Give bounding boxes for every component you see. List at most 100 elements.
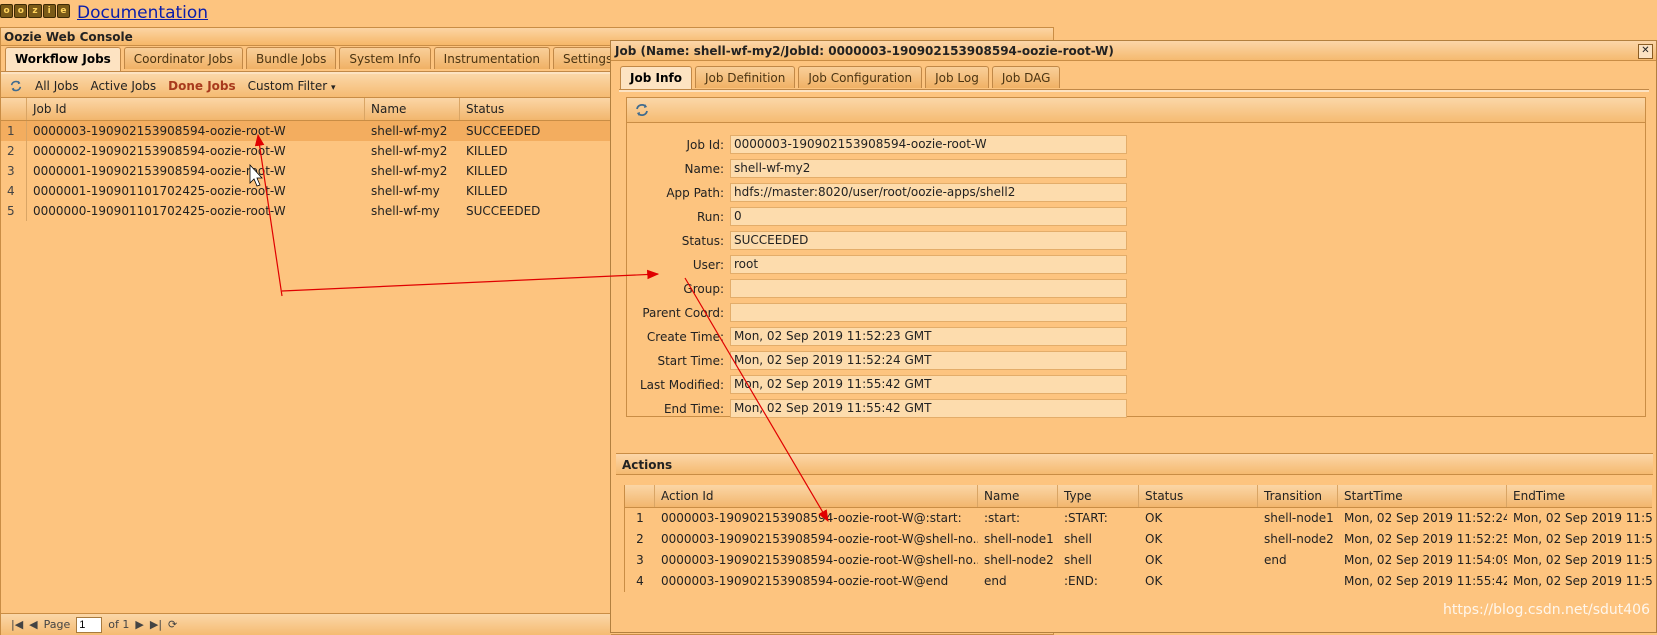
table-row[interactable]: 5 0000000-190901101702425-oozie-root-W s… <box>1 201 611 221</box>
last-page-icon[interactable]: ▶| <box>150 618 162 631</box>
app-path-field[interactable]: hdfs://master:8020/user/root/oozie-apps/… <box>730 183 1127 202</box>
row-number: 1 <box>1 121 27 141</box>
name-cell: shell-wf-my2 <box>371 144 448 158</box>
start-time-field[interactable]: Mon, 02 Sep 2019 11:52:24 GMT <box>730 351 1127 370</box>
tab-job-definition[interactable]: Job Definition <box>694 66 796 88</box>
table-row[interactable]: 4 0000001-190901101702425-oozie-root-W s… <box>1 181 611 201</box>
custom-filter-dropdown[interactable]: Custom Filter ▾ <box>248 79 336 93</box>
row-number: 3 <box>1 161 27 181</box>
logo-letter: e <box>56 4 71 18</box>
page-number-input[interactable] <box>76 616 103 633</box>
status-cell: OK <box>1145 511 1163 525</box>
column-header-action-id[interactable]: Action Id <box>655 485 978 507</box>
active-jobs-button[interactable]: Active Jobs <box>90 79 156 93</box>
job-id-cell: 0000001-190901101702425-oozie-root-W <box>33 184 286 198</box>
status-cell: KILLED <box>466 144 508 158</box>
logo-letter: o <box>0 4 14 18</box>
column-header-name[interactable]: Name <box>978 485 1058 507</box>
column-header-type[interactable]: Type <box>1058 485 1139 507</box>
table-row[interactable]: 2 0000002-190902153908594-oozie-root-W s… <box>1 141 611 161</box>
pagination-bar: |◀ ◀ Page of 1 ▶ ▶| ⟳ <box>1 613 611 635</box>
tab-divider <box>619 89 1649 92</box>
job-tab-bar: Job Info Job Definition Job Configuratio… <box>620 66 1061 90</box>
last-modified-field[interactable]: Mon, 02 Sep 2019 11:55:42 GMT <box>730 375 1127 394</box>
table-row[interactable]: 4 0000003-190902153908594-oozie-root-W@e… <box>625 571 1652 592</box>
column-header-status[interactable]: Status <box>460 98 611 120</box>
chevron-down-icon: ▾ <box>331 82 336 93</box>
done-jobs-button[interactable]: Done Jobs <box>168 79 236 93</box>
field-run: Run: 0 <box>627 206 1127 227</box>
row-number: 2 <box>636 532 644 546</box>
end-time-cell: Mon, 02 Sep 2019 11:52:24... <box>1513 511 1652 525</box>
column-header-start-time[interactable]: StartTime <box>1338 485 1507 507</box>
actions-table: Action Id Name Type Status Transition St… <box>624 485 1652 592</box>
job-id-cell: 0000002-190902153908594-oozie-root-W <box>33 144 286 158</box>
create-time-field[interactable]: Mon, 02 Sep 2019 11:52:23 GMT <box>730 327 1127 346</box>
column-header-name[interactable]: Name <box>365 98 460 120</box>
status-field[interactable]: SUCCEEDED <box>730 231 1127 250</box>
run-field[interactable]: 0 <box>730 207 1127 226</box>
tab-workflow-jobs[interactable]: Workflow Jobs <box>5 47 121 71</box>
refresh-icon[interactable] <box>634 102 650 118</box>
name-field[interactable]: shell-wf-my2 <box>730 159 1127 178</box>
field-label: App Path: <box>666 185 724 200</box>
tab-job-configuration[interactable]: Job Configuration <box>798 66 923 88</box>
prev-page-icon[interactable]: ◀ <box>29 618 37 631</box>
column-header-job-id[interactable]: Job Id <box>27 98 365 120</box>
job-window-title[interactable]: Job (Name: shell-wf-my2/JobId: 0000003-1… <box>611 41 1656 61</box>
tab-job-info[interactable]: Job Info <box>620 66 692 90</box>
column-header-end-time[interactable]: EndTime <box>1507 485 1652 507</box>
table-header: Job Id Name Status <box>1 98 611 121</box>
all-jobs-button[interactable]: All Jobs <box>35 79 78 93</box>
job-id-cell: 0000000-190901101702425-oozie-root-W <box>33 204 286 218</box>
actions-section-title: Actions <box>616 453 1653 475</box>
first-page-icon[interactable]: |◀ <box>11 618 23 631</box>
user-field[interactable]: root <box>730 255 1127 274</box>
field-job-id: Job Id: 0000003-190902153908594-oozie-roo… <box>627 134 1127 155</box>
field-last-modified: Last Modified: Mon, 02 Sep 2019 11:55:42 … <box>627 374 1127 395</box>
table-row[interactable]: 3 0000001-190902153908594-oozie-root-W s… <box>1 161 611 181</box>
logo-letter: i <box>42 4 56 18</box>
name-cell: :start: <box>984 511 1021 525</box>
field-start-time: Start Time: Mon, 02 Sep 2019 11:52:24 GMT <box>627 350 1127 371</box>
field-label: Create Time: <box>646 329 724 344</box>
job-id-field[interactable]: 0000003-190902153908594-oozie-root-W <box>730 135 1127 154</box>
end-time-field[interactable]: Mon, 02 Sep 2019 11:55:42 GMT <box>730 399 1127 418</box>
status-cell: KILLED <box>466 164 508 178</box>
type-cell: shell <box>1064 532 1092 546</box>
name-cell: shell-wf-my <box>371 204 440 218</box>
tab-coordinator-jobs[interactable]: Coordinator Jobs <box>123 47 244 69</box>
tab-instrumentation[interactable]: Instrumentation <box>433 47 551 69</box>
status-cell: KILLED <box>466 184 508 198</box>
table-row[interactable]: 3 0000003-190902153908594-oozie-root-W@s… <box>625 550 1652 571</box>
group-field[interactable] <box>730 279 1127 298</box>
field-label: Name: <box>684 161 724 176</box>
table-row[interactable]: 2 0000003-190902153908594-oozie-root-W@s… <box>625 529 1652 550</box>
tab-job-dag[interactable]: Job DAG <box>991 66 1061 88</box>
parent-coord-field[interactable] <box>730 303 1127 322</box>
transition-cell <box>1258 571 1338 592</box>
refresh-icon[interactable] <box>9 79 23 93</box>
column-header-transition[interactable]: Transition <box>1258 485 1338 507</box>
status-cell: SUCCEEDED <box>466 124 541 138</box>
tab-job-log[interactable]: Job Log <box>925 66 989 88</box>
refresh-icon[interactable]: ⟳ <box>168 618 177 631</box>
start-time-cell: Mon, 02 Sep 2019 11:52:25... <box>1344 532 1507 546</box>
table-row[interactable]: 1 0000003-190902153908594-oozie-root-W s… <box>1 121 611 141</box>
close-icon[interactable]: ✕ <box>1638 44 1653 59</box>
status-cell: OK <box>1145 532 1163 546</box>
field-label: Parent Coord: <box>642 305 724 320</box>
field-label: User: <box>692 257 724 272</box>
field-app-path: App Path: hdfs://master:8020/user/root/oo… <box>627 182 1127 203</box>
field-end-time: End Time: Mon, 02 Sep 2019 11:55:42 GMT <box>627 398 1127 419</box>
documentation-link[interactable]: Documentation <box>77 3 208 23</box>
field-group: Group: <box>627 278 1127 299</box>
column-header-status[interactable]: Status <box>1139 485 1258 507</box>
tab-system-info[interactable]: System Info <box>339 47 431 69</box>
field-label: Start Time: <box>657 353 724 368</box>
next-page-icon[interactable]: ▶ <box>135 618 143 631</box>
console-tab-bar: Workflow Jobs Coordinator Jobs Bundle Jo… <box>5 47 623 71</box>
table-row[interactable]: 1 0000003-190902153908594-oozie-root-W@:… <box>625 508 1652 529</box>
tab-bundle-jobs[interactable]: Bundle Jobs <box>246 47 337 69</box>
rownum-header <box>1 98 27 120</box>
